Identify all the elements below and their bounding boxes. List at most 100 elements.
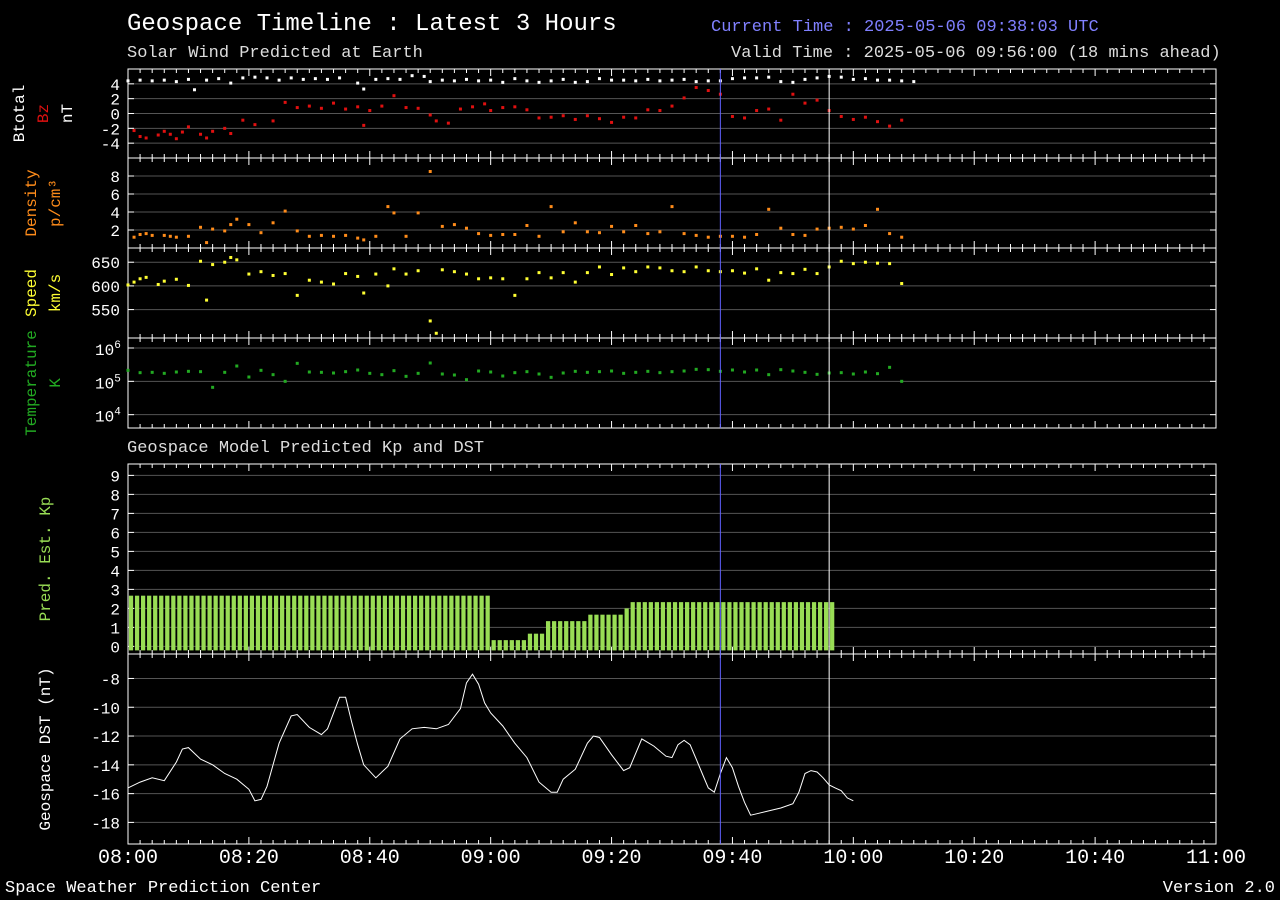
mag-btotal-point [150,79,154,83]
speed-speed-point [634,270,638,274]
dst-panel [127,653,1217,845]
temperature-temperature-point [404,374,408,378]
mag-btotal-point [501,80,505,84]
kp-bar [606,614,611,651]
kp-bar [340,595,345,651]
page-title: Geospace Timeline : Latest 3 Hours [127,11,617,38]
kp-bar [697,602,702,651]
kp-bar [545,621,551,651]
footer-org: Space Weather Prediction Center [5,879,322,898]
mag-btotal-point [779,80,783,84]
density-density-point [150,233,154,237]
mag-bz-point [211,129,215,133]
mag-bz-point [561,114,565,118]
mag-btotal-point [876,78,880,82]
mag-btotal-point [398,77,402,81]
x-tick-label: 11:00 [1186,847,1246,870]
mag-bz-point [863,115,867,119]
temperature-axis-label: K [47,378,65,388]
temperature-temperature-point [876,372,880,376]
density-density-point [464,226,468,230]
mag-bz-point [132,129,136,133]
mag-bz-point [888,124,892,128]
density-density-point [537,234,541,238]
speed-speed-point [295,293,299,297]
mag-bz-point [839,114,843,118]
speed-speed-point [682,270,686,274]
density-density-point [803,233,807,237]
temperature-temperature-point [344,370,348,374]
density-density-point [144,232,148,236]
temperature-temperature-point [356,368,360,372]
kp-bar [618,614,623,651]
speed-speed-point [205,298,209,302]
mag-bz-point [186,125,190,129]
mag-btotal-point [440,78,444,82]
temperature-temperature-point [610,369,614,373]
mag-btotal-point [277,78,281,82]
speed-axis-label: km/s [47,274,65,312]
mag-btotal-point [174,80,178,84]
temperature-temperature-point [791,369,795,373]
mag-btotal-point [900,79,904,83]
density-density-point [622,230,626,234]
mag-bz-point [803,101,807,105]
mag-bz-point [634,116,638,120]
kp-bar [412,595,418,651]
mag-bz-point [483,102,487,106]
kp-bar [564,621,569,651]
kp-bar [153,595,158,651]
kp-bar [165,595,170,651]
mag-bz-point [428,113,432,117]
speed-speed-point [876,261,880,265]
speed-speed-point [755,267,759,271]
kp-y-tick-label: 3 [110,582,120,600]
kp-bar [479,595,484,651]
kp-y-tick-label: 7 [110,506,120,524]
density-density-point [839,225,843,229]
temperature-temperature-point [489,370,493,374]
speed-speed-point [730,269,734,273]
speed-speed-point [229,255,233,259]
kp-y-tick-label: 4 [110,563,120,581]
kp-bar [382,595,388,651]
speed-speed-point [132,280,136,284]
mag-btotal-point [313,77,317,81]
kp-bar [775,602,780,651]
speed-speed-point [392,267,396,271]
density-density-point [138,233,142,236]
density-density-point [374,234,378,238]
kp-bar [249,595,255,651]
temperature-temperature-point [283,379,287,383]
speed-speed-point [743,271,747,275]
kp-bar [134,595,140,651]
density-density-point [779,226,783,230]
mag-bz-point [501,106,505,110]
speed-speed-point [670,269,674,273]
kp-bar [709,602,714,651]
mag-bz-point [368,109,372,113]
mag-bz-point [471,105,475,109]
dst-y-tick-label: -8 [101,671,120,689]
speed-speed-point [694,265,698,269]
solar-wind-subtitle: Solar Wind Predicted at Earth [127,44,423,63]
density-density-point [597,231,601,235]
kp-bar [140,595,146,651]
density-density-point [900,235,904,239]
mag-bz-point [199,132,203,136]
speed-speed-point [851,262,855,266]
temperature-temperature-point [646,369,650,373]
density-density-point [549,205,553,209]
mag-btotal-point [138,78,142,82]
temperature-temperature-point [755,368,759,372]
mag-bz-point [610,120,614,124]
kp-bar [425,595,430,651]
kp-bar [703,602,708,651]
mag-bz-point [682,96,686,100]
temperature-temperature-point [501,374,505,378]
mag-btotal-point [525,79,529,83]
speed-speed-point [344,272,348,276]
geospace-model-title: Geospace Model Predicted Kp and DST [127,439,485,458]
mag-bz-point [670,104,674,108]
temperature-temperature-point [150,370,154,374]
